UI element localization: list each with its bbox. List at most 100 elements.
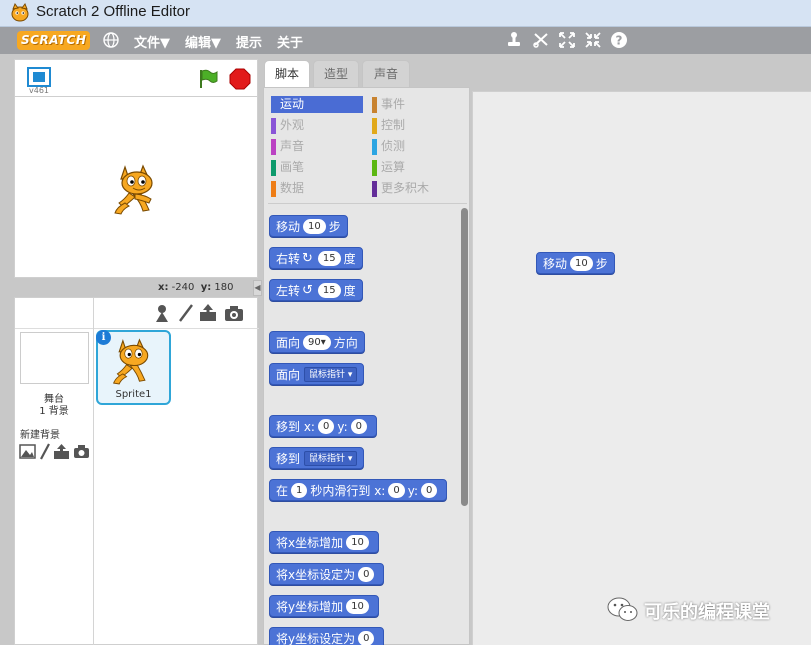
category-color-bar <box>271 97 276 113</box>
block-number-input[interactable]: 0 <box>358 567 375 582</box>
block-label: 面向 <box>276 367 301 382</box>
block-move-steps[interactable]: 移动 10 步 <box>269 215 348 237</box>
duplicate-stamp-icon[interactable] <box>505 31 523 49</box>
category-events[interactable]: 事件 <box>372 96 464 113</box>
block-number-input[interactable]: 0 <box>358 631 375 645</box>
block-label: 移到 <box>276 451 301 466</box>
sprite-name-label: Sprite1 <box>115 389 152 400</box>
sprite-thumbnail[interactable]: i Sprite1 <box>96 330 171 405</box>
block-change-y[interactable]: 将y坐标增加 10 <box>269 595 379 617</box>
shrink-icon[interactable] <box>584 31 602 49</box>
category-control[interactable]: 控制 <box>372 117 464 134</box>
category-label: 侦测 <box>381 139 406 153</box>
block-direction-input[interactable]: 90▾ <box>303 335 331 350</box>
category-looks[interactable]: 外观 <box>271 117 363 134</box>
sprite-cat-image[interactable] <box>111 163 161 215</box>
block-label: 将x坐标设定为 <box>276 567 356 582</box>
title-bar: Scratch 2 Offline Editor <box>0 0 811 27</box>
block-label: 将x坐标增加 <box>276 535 344 550</box>
scratch-logo[interactable]: SCRATCH <box>17 31 91 50</box>
block-dropdown[interactable]: 鼠标指针 ▾ <box>304 367 358 382</box>
block-label: 将y坐标设定为 <box>276 631 356 645</box>
cut-scissors-icon[interactable] <box>532 31 550 49</box>
category-pen[interactable]: 画笔 <box>271 159 363 176</box>
stop-sign-icon[interactable] <box>229 68 251 90</box>
category-color-bar <box>271 160 276 176</box>
coord-y-label: y: <box>200 282 212 293</box>
tab-sounds[interactable]: 声音 <box>362 60 410 87</box>
sprite-section-rule <box>94 328 259 329</box>
block-set-y[interactable]: 将y坐标设定为 0 <box>269 627 385 645</box>
palette-scrollbar[interactable] <box>461 208 468 506</box>
block-turn-right[interactable]: 右转 ↻ 15 度 <box>269 247 363 269</box>
block-label: 步 <box>595 256 608 271</box>
block-dropdown[interactable]: 鼠标指针 ▾ <box>304 451 358 466</box>
menu-file[interactable]: 文件▼ <box>134 32 170 51</box>
script-block-move-steps[interactable]: 移动 10 步 <box>536 252 615 274</box>
script-area[interactable]: 移动 10 步 <box>472 91 811 645</box>
svg-text:?: ? <box>616 34 623 48</box>
block-secs-input[interactable]: 1 <box>291 483 308 498</box>
menu-about[interactable]: 关于 <box>277 32 303 51</box>
menu-tips[interactable]: 提示 <box>236 32 262 51</box>
grow-icon[interactable] <box>558 31 576 49</box>
block-number-input[interactable]: 10 <box>346 599 369 614</box>
upload-backdrop-icon[interactable] <box>53 443 70 460</box>
category-label: 控制 <box>381 118 406 132</box>
category-label: 事件 <box>381 97 406 111</box>
block-y-input[interactable]: 0 <box>421 483 438 498</box>
coord-y-value: 180 <box>214 282 234 293</box>
block-number-input[interactable]: 10 <box>346 535 369 550</box>
block-palette: 运动 外观 声音 画笔 数据 事件 控制 侦测 运算 更多积木 移动 10 步 右转… <box>263 87 470 645</box>
choose-sprite-from-library-icon[interactable] <box>153 303 171 323</box>
block-point-towards[interactable]: 面向 鼠标指针 ▾ <box>269 363 365 385</box>
green-flag-icon[interactable] <box>197 68 219 90</box>
stage-section-rule <box>15 328 93 329</box>
block-label: 在 <box>276 483 289 498</box>
tab-scripts[interactable]: 脚本 <box>264 60 310 88</box>
category-sensing[interactable]: 侦测 <box>372 138 464 155</box>
block-change-x[interactable]: 将x坐标增加 10 <box>269 531 379 553</box>
block-go-to-xy[interactable]: 移到 x: 0 y: 0 <box>269 415 377 437</box>
category-more-blocks[interactable]: 更多积木 <box>372 180 464 197</box>
mouse-coordinates: x: -240 y: 180 <box>158 282 234 293</box>
block-label: 左转 <box>276 283 301 298</box>
block-turn-left[interactable]: 左转 ↺ 15 度 <box>269 279 363 301</box>
tab-costumes[interactable]: 造型 <box>313 60 359 87</box>
camera-backdrop-icon[interactable] <box>73 444 90 459</box>
block-number-input[interactable]: 10 <box>303 219 326 234</box>
category-sound[interactable]: 声音 <box>271 138 363 155</box>
paint-new-sprite-icon[interactable] <box>177 303 195 323</box>
menu-edit[interactable]: 编辑▼ <box>185 32 221 51</box>
block-label: y: <box>337 419 348 434</box>
block-number-input[interactable]: 15 <box>317 251 341 266</box>
block-x-input[interactable]: 0 <box>317 419 335 434</box>
block-y-input[interactable]: 0 <box>350 419 367 434</box>
block-go-to[interactable]: 移到 鼠标指针 ▾ <box>269 447 365 469</box>
paint-backdrop-icon[interactable] <box>39 443 51 460</box>
version-label: v461 <box>29 86 50 95</box>
stage-collapse-arrow[interactable]: ◀ <box>253 280 262 296</box>
block-number-input[interactable]: 15 <box>317 283 341 298</box>
menu-bar: SCRATCH 文件▼ 编辑▼ 提示 关于 ? <box>0 27 811 54</box>
backdrop-library-icon[interactable] <box>19 444 36 459</box>
stage-canvas[interactable] <box>14 96 258 278</box>
block-point-in-direction[interactable]: 面向 90▾ 方向 <box>269 331 365 353</box>
category-label: 数据 <box>280 181 305 195</box>
stage-thumbnail[interactable] <box>20 332 89 384</box>
block-glide[interactable]: 在 1 秒内滑行到 x: 0 y: 0 <box>269 479 448 501</box>
category-operators[interactable]: 运算 <box>372 159 464 176</box>
category-motion[interactable]: 运动 <box>271 96 363 113</box>
help-icon[interactable]: ? <box>610 31 628 49</box>
backdrop-count: 1 背景 <box>39 406 69 417</box>
block-number-input[interactable]: 10 <box>570 256 593 271</box>
category-data[interactable]: 数据 <box>271 180 363 197</box>
fullscreen-icon[interactable] <box>27 67 51 87</box>
block-x-input[interactable]: 0 <box>388 483 405 498</box>
new-backdrop-label: 新建背景 <box>20 430 60 441</box>
upload-sprite-icon[interactable] <box>198 303 218 323</box>
info-icon[interactable]: i <box>96 330 111 345</box>
block-set-x[interactable]: 将x坐标设定为 0 <box>269 563 385 585</box>
globe-icon[interactable] <box>102 31 120 49</box>
camera-new-sprite-icon[interactable] <box>224 304 244 322</box>
